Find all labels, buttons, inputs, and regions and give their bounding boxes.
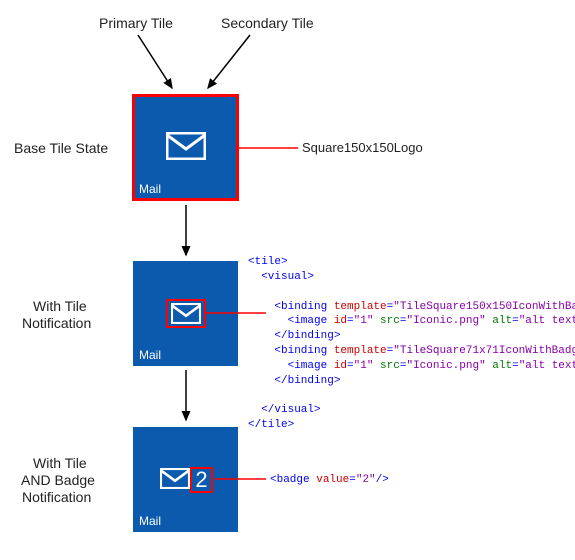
badge-xml-code: <badge value="2"/>	[270, 473, 389, 488]
